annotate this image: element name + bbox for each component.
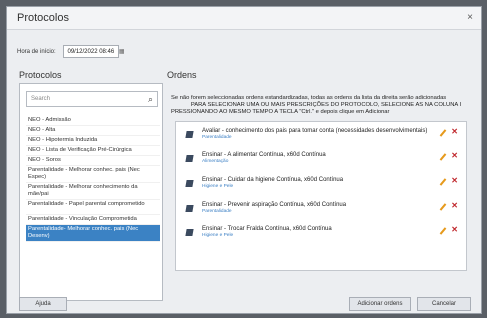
protocols-dialog: Protocolos × Hora de início: 09/12/2022 …: [6, 6, 482, 314]
protocol-item[interactable]: NEO - Hipotermia Induzida: [26, 136, 160, 146]
orders-list: Avaliar - conhecimento dos pais para tom…: [175, 121, 467, 271]
protocol-item-selected[interactable]: Parentalidade- Melhorar conhec. pais (Ne…: [26, 225, 160, 242]
order-item[interactable]: Ensinar - Prevenir aspiração Contínua, x…: [184, 201, 462, 220]
edit-pencil-icon[interactable]: [439, 227, 447, 235]
order-title: Avaliar - conhecimento dos pais para tom…: [202, 128, 428, 134]
order-title: Ensinar - Trocar Fralda Contínua, x60d C…: [202, 226, 332, 232]
protocol-item[interactable]: Parentalidade - Melhorar conhec. pais (N…: [26, 166, 160, 183]
start-time-row: Hora de início: 09/12/2022 08:46 ▦: [17, 45, 125, 58]
orders-heading: Ordens: [167, 70, 197, 80]
order-item[interactable]: Ensinar - Trocar Fralda Contínua, x60d C…: [184, 225, 462, 244]
search-input[interactable]: Search ⌕: [26, 91, 158, 107]
search-placeholder: Search: [31, 96, 51, 102]
edit-pencil-icon[interactable]: [439, 203, 447, 211]
order-item[interactable]: Ensinar - A alimentar Contínua, x60d Con…: [184, 151, 462, 170]
order-title: Ensinar - Cuidar da higiene Contínua, x6…: [202, 177, 344, 183]
order-type-icon: [185, 131, 194, 138]
order-category: Parentalidade: [202, 135, 232, 140]
protocol-item[interactable]: Parentalidade - Papel parental compromet…: [26, 200, 160, 215]
start-time-label: Hora de início:: [17, 48, 56, 55]
order-type-icon: [185, 155, 194, 162]
dialog-title: Protocolos: [17, 12, 69, 24]
delete-x-icon[interactable]: ✕: [451, 151, 458, 160]
notice-line-2: PARA SELECIONAR UMA OU MAIS PRESCRIÇÕES …: [190, 101, 462, 108]
orders-notice: Se não forem seleccionadas ordens estand…: [165, 95, 481, 115]
delete-x-icon[interactable]: ✕: [451, 127, 458, 136]
protocols-heading: Protocolos: [19, 70, 62, 80]
search-icon[interactable]: ⌕: [148, 94, 153, 105]
calendar-icon[interactable]: ▦: [119, 49, 125, 55]
order-item[interactable]: Avaliar - conhecimento dos pais para tom…: [184, 127, 462, 146]
order-category: Alimentação: [202, 159, 229, 164]
edit-pencil-icon[interactable]: [439, 178, 447, 186]
orders-panel: Se não forem seleccionadas ordens estand…: [165, 95, 479, 275]
protocol-item[interactable]: NEO - Alta: [26, 126, 160, 136]
help-button[interactable]: Ajuda: [19, 297, 67, 311]
protocols-panel: Search ⌕ NEO - Admissão NEO - Alta NEO -…: [19, 83, 163, 301]
edit-pencil-icon[interactable]: [439, 129, 447, 137]
order-category: Parentalidade: [202, 209, 232, 214]
protocol-item[interactable]: NEO - Admissão: [26, 116, 160, 126]
delete-x-icon[interactable]: ✕: [451, 225, 458, 234]
order-category: Higiene e Pele: [202, 184, 234, 189]
protocol-item[interactable]: Parentalidade - Vinculação Comprometida: [26, 215, 160, 225]
start-time-value: 09/12/2022 08:46: [67, 49, 115, 55]
order-category: Higiene e Pele: [202, 233, 234, 238]
notice-line-1: Se não forem seleccionadas ordens estand…: [171, 95, 447, 101]
protocol-item[interactable]: NEO - Lista de Verificação Pré-Cirúrgica: [26, 146, 160, 156]
protocol-item[interactable]: Parentalidade - Melhorar conhecimento da…: [26, 183, 160, 200]
notice-line-3: PRESSIONANDO AO MESMO TEMPO A TECLA "Ctr…: [171, 108, 390, 115]
cancel-button[interactable]: Cancelar: [417, 297, 471, 311]
close-icon[interactable]: ×: [467, 12, 473, 23]
delete-x-icon[interactable]: ✕: [451, 176, 458, 185]
protocol-item[interactable]: NEO - Soros: [26, 156, 160, 166]
add-orders-button[interactable]: Adicionar ordens: [349, 297, 411, 311]
title-bar: Protocolos ×: [7, 7, 481, 30]
delete-x-icon[interactable]: ✕: [451, 201, 458, 210]
edit-pencil-icon[interactable]: [439, 153, 447, 161]
order-type-icon: [185, 229, 194, 236]
order-item[interactable]: Ensinar - Cuidar da higiene Contínua, x6…: [184, 176, 462, 195]
order-type-icon: [185, 205, 194, 212]
start-time-field[interactable]: 09/12/2022 08:46 ▦: [62, 45, 125, 58]
order-title: Ensinar - Prevenir aspiração Contínua, x…: [202, 202, 347, 208]
protocol-list: NEO - Admissão NEO - Alta NEO - Hipoterm…: [26, 116, 160, 242]
order-type-icon: [185, 180, 194, 187]
order-title: Ensinar - A alimentar Contínua, x60d Con…: [202, 152, 326, 158]
